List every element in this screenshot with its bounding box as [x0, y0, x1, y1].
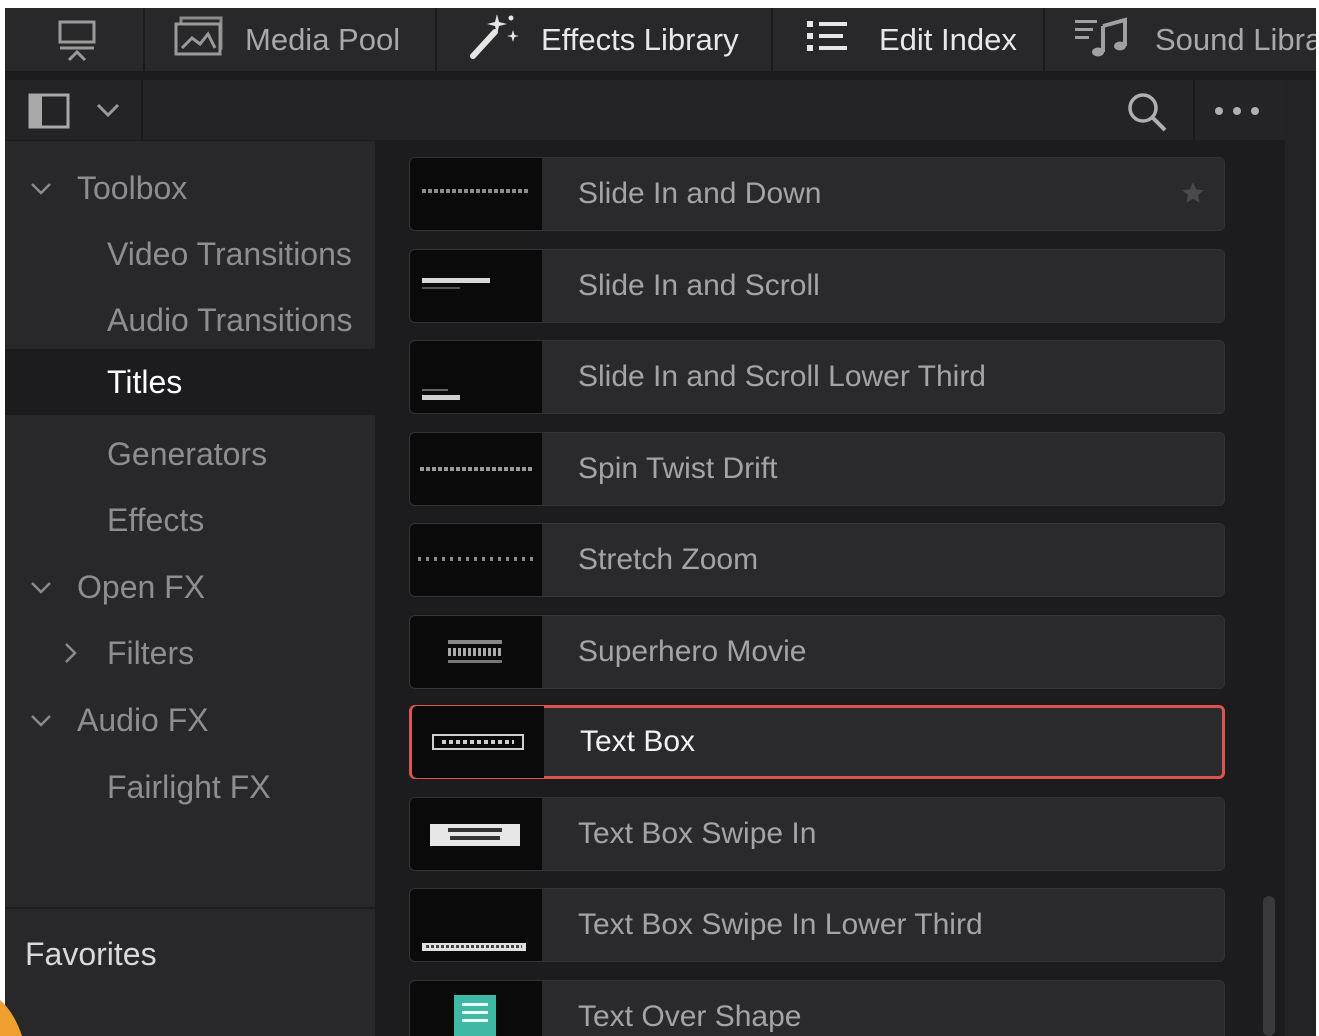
- list-item[interactable]: Slide In and Down: [409, 157, 1225, 231]
- list-item[interactable]: Slide In and Scroll: [409, 249, 1225, 323]
- tab-media-pool[interactable]: Media Pool: [173, 8, 400, 72]
- star-icon[interactable]: [1180, 180, 1206, 206]
- thumbnail: [410, 798, 542, 870]
- tab-edit-index[interactable]: Edit Index: [805, 8, 1017, 72]
- right-panel-edge: [1285, 80, 1316, 1036]
- thumbnail: [410, 616, 542, 688]
- monitor-icon[interactable]: [57, 8, 97, 72]
- tab-label: Effects Library: [541, 22, 739, 57]
- item-name: Superhero Movie: [578, 635, 807, 668]
- library-toolbar: [5, 80, 1316, 140]
- sidebar-item-label: Audio Transitions: [107, 301, 353, 338]
- list-icon: [805, 16, 849, 64]
- titles-list: Slide In and Down Slide In and Scroll Sl…: [377, 141, 1284, 1036]
- list-item-selected[interactable]: Text Box: [409, 705, 1225, 779]
- sidebar-item-label: Generators: [107, 435, 268, 472]
- chevron-right-icon[interactable]: [59, 641, 83, 665]
- thumbnail: [410, 524, 542, 596]
- sidebar-item-toolbox[interactable]: Toolbox: [5, 155, 375, 221]
- effects-library-window: Media Pool Effects Library Edit Index So…: [5, 8, 1316, 1036]
- sidebar-item-generators[interactable]: Generators: [5, 421, 375, 487]
- sidebar-item-label: Filters: [107, 634, 195, 671]
- sidebar-item-filters[interactable]: Filters: [5, 620, 375, 686]
- sidebar-item-label: Video Transitions: [107, 235, 352, 272]
- tab-label: Sound Libra: [1155, 22, 1316, 57]
- list-item[interactable]: Superhero Movie: [409, 615, 1225, 689]
- sidebar-item-video-transitions[interactable]: Video Transitions: [5, 221, 375, 287]
- sidebar-item-titles[interactable]: Titles: [5, 349, 375, 415]
- thumbnail: [410, 889, 542, 961]
- thumbnail: [410, 981, 542, 1036]
- sidebar-item-label: Titles: [107, 363, 183, 400]
- list-item[interactable]: Text Box Swipe In: [409, 797, 1225, 871]
- chevron-down-icon[interactable]: [29, 576, 53, 600]
- item-name: Text Box Swipe In: [578, 817, 817, 850]
- list-item[interactable]: Text Box Swipe In Lower Third: [409, 888, 1225, 962]
- media-pool-icon: [173, 16, 227, 64]
- tab-effects-library[interactable]: Effects Library: [467, 8, 739, 72]
- item-name: Slide In and Down: [578, 177, 822, 210]
- list-item[interactable]: Slide In and Scroll Lower Third: [409, 340, 1225, 414]
- item-name: Stretch Zoom: [578, 543, 759, 576]
- thumbnail: [410, 433, 542, 505]
- favorites-heading[interactable]: Favorites: [25, 936, 157, 973]
- more-options-icon[interactable]: [1213, 104, 1263, 122]
- list-item[interactable]: Stretch Zoom: [409, 523, 1225, 597]
- thumbnail: [410, 341, 542, 413]
- sidebar-item-audio-fx[interactable]: Audio FX: [5, 687, 375, 753]
- item-name: Spin Twist Drift: [578, 452, 778, 485]
- sidebar-item-open-fx[interactable]: Open FX: [5, 554, 375, 620]
- sidebar-toggle-icon[interactable]: [27, 92, 71, 135]
- sound-library-icon: [1073, 14, 1133, 66]
- sidebar-item-label: Audio FX: [77, 701, 209, 738]
- chevron-down-icon[interactable]: [29, 177, 53, 201]
- sidebar-item-label: Fairlight FX: [107, 768, 271, 805]
- sidebar-item-label: Toolbox: [77, 169, 188, 206]
- thumbnail: [412, 706, 544, 778]
- tab-sound-library[interactable]: Sound Libra: [1073, 8, 1316, 72]
- item-name: Text Over Shape: [578, 1000, 802, 1033]
- item-name: Text Box: [580, 725, 696, 758]
- sidebar-item-label: Open FX: [77, 568, 206, 605]
- thumbnail: [410, 158, 542, 230]
- library-sidebar: Toolbox Video Transitions Audio Transiti…: [5, 141, 375, 1036]
- item-name: Slide In and Scroll: [578, 269, 820, 302]
- top-toolbar: Media Pool Effects Library Edit Index So…: [5, 8, 1316, 72]
- divider: [5, 907, 375, 909]
- item-name: Text Box Swipe In Lower Third: [578, 908, 983, 941]
- magic-wand-icon: [467, 12, 523, 68]
- list-item[interactable]: Spin Twist Drift: [409, 432, 1225, 506]
- list-scrollbar[interactable]: [1263, 896, 1275, 1036]
- item-name: Slide In and Scroll Lower Third: [578, 360, 986, 393]
- chevron-down-icon[interactable]: [29, 709, 53, 733]
- sidebar-item-audio-transitions[interactable]: Audio Transitions: [5, 287, 375, 353]
- orange-accent-shape: [0, 1000, 22, 1036]
- tab-label: Edit Index: [879, 22, 1017, 57]
- search-icon[interactable]: [1125, 90, 1169, 139]
- tab-label: Media Pool: [245, 22, 401, 57]
- sidebar-item-fairlight-fx[interactable]: Fairlight FX: [5, 754, 375, 820]
- thumbnail: [410, 250, 542, 322]
- chevron-down-icon[interactable]: [95, 100, 121, 125]
- list-item[interactable]: Text Over Shape: [409, 980, 1225, 1036]
- sidebar-item-label: Effects: [107, 501, 205, 538]
- sidebar-item-effects[interactable]: Effects: [5, 487, 375, 553]
